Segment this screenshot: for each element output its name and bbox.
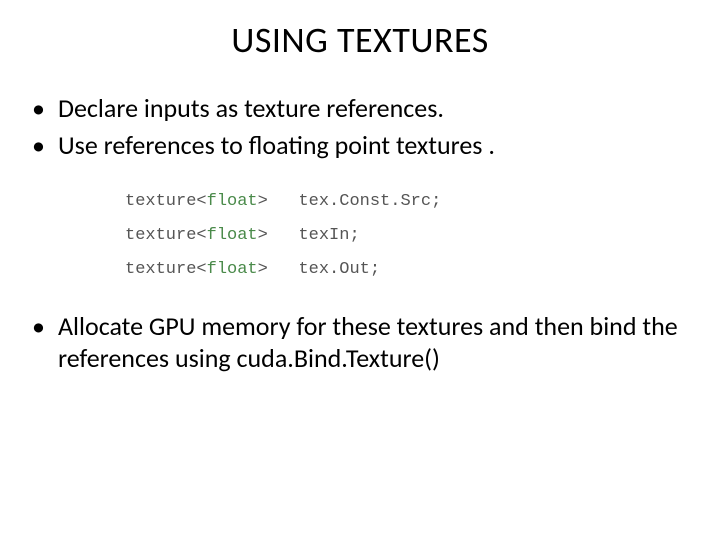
bullet-item: Declare inputs as texture references. bbox=[58, 92, 690, 125]
code-line: texture<float> texIn; bbox=[125, 219, 720, 253]
code-text: > texIn; bbox=[258, 226, 360, 245]
slide: USING TEXTURES Declare inputs as texture… bbox=[0, 0, 720, 540]
code-text: > tex.Const.Src; bbox=[258, 192, 442, 211]
code-text: > tex.Out; bbox=[258, 260, 380, 279]
bullet-list-top: Declare inputs as texture references. Us… bbox=[0, 92, 720, 161]
code-keyword: float bbox=[207, 226, 258, 245]
slide-title: USING TEXTURES bbox=[0, 0, 720, 62]
bullet-item: Allocate GPU memory for these textures a… bbox=[58, 311, 690, 374]
code-text: texture< bbox=[125, 260, 207, 279]
code-text: texture< bbox=[125, 192, 207, 211]
code-text: texture< bbox=[125, 226, 207, 245]
code-keyword: float bbox=[207, 192, 258, 211]
bullet-list-bottom: Allocate GPU memory for these textures a… bbox=[0, 311, 720, 374]
code-block: texture<float> tex.Const.Src; texture<fl… bbox=[125, 185, 720, 287]
code-line: texture<float> tex.Const.Src; bbox=[125, 185, 720, 219]
code-keyword: float bbox=[207, 260, 258, 279]
bullet-item: Use references to floating point texture… bbox=[58, 129, 690, 162]
code-line: texture<float> tex.Out; bbox=[125, 253, 720, 287]
